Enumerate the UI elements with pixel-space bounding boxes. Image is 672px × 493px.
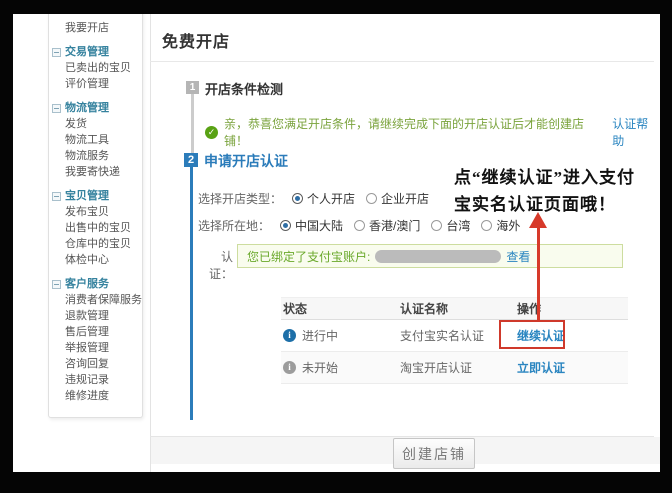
status-cell: 未开始 [281,359,398,376]
sidebar-section-label: 交易管理 [65,44,109,60]
location-label: 选择所在地： [198,217,270,234]
sidebar-item[interactable]: 我要开店 [49,20,142,36]
success-message-row: 亲，恭喜您满足开店条件，请继续完成下面的开店认证后才能创建店铺！ 认证帮助 [205,115,660,149]
radio-label: 企业开店 [381,190,429,207]
masked-account [375,250,501,263]
title-divider [150,61,654,62]
alipay-bound-banner: 您已绑定了支付宝账户: 查看 [237,244,623,268]
sidebar-item[interactable]: 退款管理 [49,308,142,324]
step2-title: 申请开店认证 [204,151,288,171]
page-title: 免费开店 [162,28,230,52]
sidebar-item[interactable]: 仓库中的宝贝 [49,236,142,252]
sidebar-section-label: 宝贝管理 [65,188,109,204]
status-cell: 进行中 [281,327,398,344]
sidebar-item[interactable]: 出售中的宝贝 [49,220,142,236]
sidebar-item[interactable]: 物流工具 [49,132,142,148]
shop-type-label: 选择开店类型： [198,190,282,207]
sidebar-section[interactable]: 宝贝管理 [49,188,142,204]
auth-table-body: 进行中支付宝实名认证继续认证未开始淘宝开店认证立即认证 [281,320,628,384]
check-icon [205,126,218,139]
step2-badge: 2 [184,153,198,167]
sidebar-item[interactable]: 举报管理 [49,340,142,356]
sidebar-item[interactable]: 违规记录 [49,372,142,388]
table-row: 进行中支付宝实名认证继续认证 [281,320,628,352]
radio-label: 台湾 [446,217,470,234]
shop-type-options: 个人开店 企业开店 [292,190,429,207]
table-header-cell: 状态 [281,300,398,317]
create-shop-button[interactable]: 创建店铺 [393,438,475,469]
radio-icon[interactable] [366,193,377,204]
sidebar-section[interactable]: 物流管理 [49,100,142,116]
sidebar-item[interactable]: 评价管理 [49,76,142,92]
sidebar-item[interactable]: 消费者保障服务 [49,292,142,308]
sidebar-section-label: 物流管理 [65,100,109,116]
annotation-line2: 宝实名认证页面哦！ [454,191,660,218]
location-row: 选择所在地： 中国大陆 香港/澳门 台湾 海外 [198,217,520,234]
content-divider [150,14,151,472]
collapse-icon[interactable] [52,48,61,57]
status-text: 未开始 [302,359,338,376]
cert-name: 淘宝开店认证 [398,359,515,376]
location-option[interactable]: 香港/澳门 [354,217,420,234]
auth-label: 认证： [199,248,233,282]
shop-type-row: 选择开店类型： 个人开店 企业开店 [198,190,429,207]
screenshot-frame: 我要开店交易管理已卖出的宝贝评价管理物流管理发货物流工具物流服务我要寄快递宝贝管… [0,0,672,493]
radio-icon[interactable] [292,193,303,204]
annotation-text: 点“继续认证”进入支付 宝实名认证页面哦！ [454,164,660,218]
radio-label: 海外 [496,217,520,234]
location-option[interactable]: 中国大陆 [280,217,343,234]
sidebar-section[interactable]: 交易管理 [49,44,142,60]
sidebar-section[interactable]: 客户服务 [49,276,142,292]
radio-label: 个人开店 [307,190,355,207]
table-header-cell: 操作 [515,300,628,317]
sidebar-item[interactable]: 发布宝贝 [49,204,142,220]
sidebar-section-label: 客户服务 [65,276,109,292]
shop-type-option[interactable]: 个人开店 [292,190,355,207]
info-blue-icon [283,329,296,342]
collapse-icon[interactable] [52,280,61,289]
location-options: 中国大陆 香港/澳门 台湾 海外 [280,217,520,234]
collapse-icon[interactable] [52,104,61,113]
alipay-bound-text: 您已绑定了支付宝账户: [247,248,370,265]
status-text: 进行中 [302,327,338,344]
step1-title: 开店条件检测 [205,79,283,98]
sidebar-item[interactable]: 我要寄快递 [49,164,142,180]
radio-icon[interactable] [481,220,492,231]
highlight-box [499,320,565,349]
cert-name: 支付宝实名认证 [398,327,515,344]
sidebar: 我要开店交易管理已卖出的宝贝评价管理物流管理发货物流工具物流服务我要寄快递宝贝管… [48,14,143,418]
radio-icon[interactable] [354,220,365,231]
annotation-line1: 点“继续认证”进入支付 [454,164,660,191]
location-option[interactable]: 台湾 [431,217,470,234]
step-connector-gray [191,94,194,154]
location-option[interactable]: 海外 [481,217,520,234]
radio-label: 中国大陆 [295,217,343,234]
sidebar-item[interactable]: 维修进度 [49,388,142,404]
auth-table-header: 状态认证名称操作 [281,298,628,320]
radio-icon[interactable] [280,220,291,231]
table-header-cell: 认证名称 [398,300,515,317]
success-message: 亲，恭喜您满足开店条件，请继续完成下面的开店认证后才能创建店铺！ [224,115,606,149]
sidebar-item[interactable]: 发货 [49,116,142,132]
sidebar-item[interactable]: 物流服务 [49,148,142,164]
view-account-link[interactable]: 查看 [506,248,530,265]
sidebar-item[interactable]: 售后管理 [49,324,142,340]
auth-table: 状态认证名称操作 进行中支付宝实名认证继续认证未开始淘宝开店认证立即认证 [281,297,628,384]
radio-icon[interactable] [431,220,442,231]
radio-label: 香港/澳门 [369,217,420,234]
shop-type-option[interactable]: 企业开店 [366,190,429,207]
action-link[interactable]: 立即认证 [517,361,565,375]
action-cell: 立即认证 [515,359,628,376]
sidebar-item[interactable]: 已卖出的宝贝 [49,60,142,76]
collapse-icon[interactable] [52,192,61,201]
step-connector-blue [190,167,193,420]
annotation-arrow-line [537,227,540,320]
sidebar-item[interactable]: 体检中心 [49,252,142,268]
sidebar-item[interactable]: 咨询回复 [49,356,142,372]
table-row: 未开始 淘宝开店认证立即认证 [281,352,628,384]
seller-admin-page: 我要开店交易管理已卖出的宝贝评价管理物流管理发货物流工具物流服务我要寄快递宝贝管… [13,14,660,472]
step1-badge: 1 [186,81,199,94]
auth-help-link[interactable]: 认证帮助 [612,115,660,149]
info-gray-icon [283,361,296,374]
